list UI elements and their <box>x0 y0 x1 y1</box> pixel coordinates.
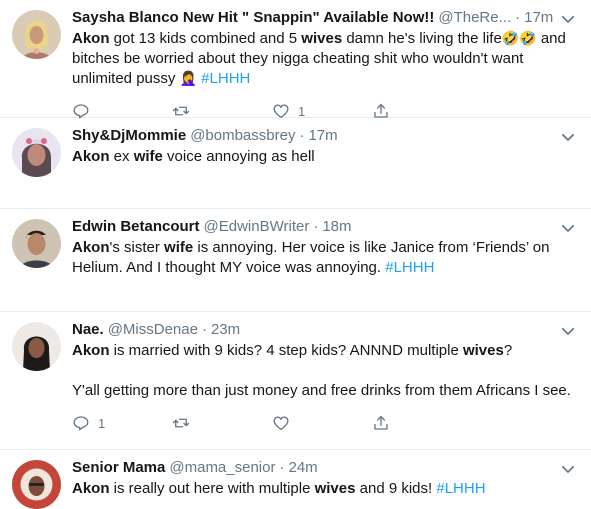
separator-dot: · <box>279 459 285 476</box>
separator-dot: · <box>515 9 521 26</box>
user-handle[interactable]: @mama_senior <box>169 458 275 478</box>
chevron-down-icon[interactable] <box>559 10 577 28</box>
keyword-highlight: wives <box>314 480 356 497</box>
hashtag-link[interactable]: #LHHH <box>436 480 485 497</box>
display-name[interactable]: Nae. <box>72 320 104 340</box>
tweet-paragraph: Akon ex wife voice annoying as hell <box>72 148 315 165</box>
keyword-highlight: wives <box>462 342 504 359</box>
timestamp[interactable]: 24m <box>288 458 317 478</box>
keyword-highlight: Akon <box>72 30 110 47</box>
avatar[interactable] <box>12 219 61 268</box>
avatar[interactable] <box>12 128 61 177</box>
avatar[interactable] <box>12 10 61 59</box>
emoji: 🤣🤣 <box>501 31 537 47</box>
action-bar: 1 <box>72 407 577 439</box>
tweet[interactable]: Saysha Blanco New Hit " Snappin" Availab… <box>0 0 591 118</box>
share-button[interactable] <box>372 414 472 432</box>
keyword-highlight: Akon <box>72 480 110 497</box>
tweet[interactable]: Nae. @MissDenae · 23m Akon is married wi… <box>0 312 591 450</box>
tweet[interactable]: Edwin Betancourt @EdwinBWriter · 18m Ako… <box>0 209 591 312</box>
tweet-text: Akon's sister wife is annoying. Her voic… <box>72 238 577 278</box>
retweet-icon <box>172 414 190 432</box>
display-name[interactable]: Senior Mama <box>72 458 165 478</box>
tweet-paragraph: Y'all getting more than just money and f… <box>72 382 571 399</box>
chevron-down-icon[interactable] <box>559 460 577 478</box>
separator-dot: · <box>201 321 207 338</box>
like-button[interactable] <box>272 414 372 432</box>
display-name[interactable]: Edwin Betancourt <box>72 217 200 237</box>
keyword-highlight: wife <box>164 239 194 256</box>
reply-count: 1 <box>98 415 106 431</box>
user-handle[interactable]: @bombassbrey <box>190 126 295 146</box>
tweet-paragraph: Akon is married with 9 kids? 4 step kids… <box>72 342 513 359</box>
user-handle[interactable]: @MissDenae <box>108 320 198 340</box>
retweet-button[interactable] <box>172 414 272 432</box>
tweet-text: Akon is really out here with multiple wi… <box>72 479 577 499</box>
like-count: 1 <box>298 103 306 119</box>
keyword-highlight: Akon <box>72 148 110 165</box>
tweet-text: Akon got 13 kids combined and 5 wives da… <box>72 29 577 89</box>
chevron-down-icon[interactable] <box>559 128 577 146</box>
user-handle[interactable]: @EdwinBWriter <box>204 217 310 237</box>
tweet[interactable]: Senior Mama @mama_senior · 24m Akon is r… <box>0 450 591 509</box>
timestamp[interactable]: 17m <box>524 8 553 28</box>
keyword-highlight: Akon <box>72 342 110 359</box>
avatar[interactable] <box>12 460 61 509</box>
tweet-feed: Saysha Blanco New Hit " Snappin" Availab… <box>0 0 591 509</box>
tweet-paragraph: Akon got 13 kids combined and 5 wives da… <box>72 30 566 87</box>
keyword-highlight: Akon <box>72 239 110 256</box>
display-name[interactable]: Shy&DjMommie <box>72 126 186 146</box>
user-handle[interactable]: @TheRe... <box>438 8 511 28</box>
share-icon <box>372 414 390 432</box>
tweet-paragraph: Akon is really out here with multiple wi… <box>72 480 486 497</box>
hashtag-link[interactable]: #LHHH <box>385 259 434 276</box>
tweet-text: Akon is married with 9 kids? 4 step kids… <box>72 341 577 401</box>
tweet-paragraph: Akon's sister wife is annoying. Her voic… <box>72 239 550 276</box>
separator-dot: · <box>313 218 319 235</box>
timestamp[interactable]: 17m <box>308 126 337 146</box>
display-name[interactable]: Saysha Blanco New Hit " Snappin" Availab… <box>72 8 434 28</box>
keyword-highlight: wife <box>133 148 163 165</box>
keyword-highlight: wives <box>301 30 343 47</box>
emoji: 🤦‍♀️ <box>179 71 197 87</box>
chevron-down-icon[interactable] <box>559 322 577 340</box>
timestamp[interactable]: 23m <box>211 320 240 340</box>
timestamp[interactable]: 18m <box>322 217 351 237</box>
reply-icon <box>72 414 90 432</box>
reply-button[interactable]: 1 <box>72 414 172 432</box>
hashtag-link[interactable]: #LHHH <box>201 70 250 87</box>
separator-dot: · <box>299 127 305 144</box>
tweet[interactable]: Shy&DjMommie @bombassbrey · 17m Akon ex … <box>0 118 591 209</box>
tweet-text: Akon ex wife voice annoying as hell <box>72 147 577 167</box>
chevron-down-icon[interactable] <box>559 219 577 237</box>
like-icon <box>272 414 290 432</box>
avatar[interactable] <box>12 322 61 371</box>
